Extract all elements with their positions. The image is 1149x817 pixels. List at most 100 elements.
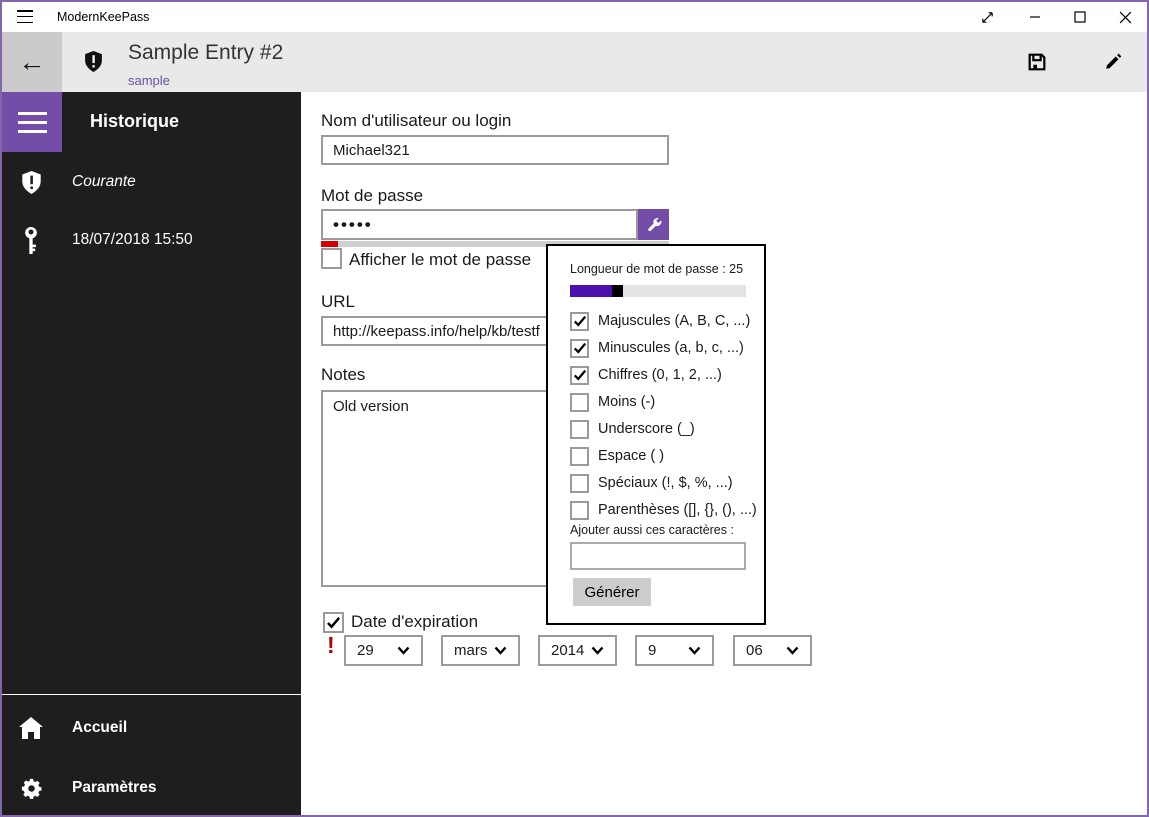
minimize-icon xyxy=(1030,16,1040,18)
show-password-checkbox[interactable] xyxy=(321,248,342,269)
sidebar-heading: Historique xyxy=(90,111,180,131)
password-generator-popup: Longueur de mot de passe : 25 Majuscules… xyxy=(546,244,766,625)
sidebar-item-label: 18/07/2018 15:50 xyxy=(72,231,193,248)
option-label: Majuscules (A, B, C, ...) xyxy=(598,313,751,329)
chevron-down-icon xyxy=(591,646,604,655)
space-checkbox[interactable] xyxy=(570,446,589,466)
option-lowercase[interactable]: Minuscules (a, b, c, ...) xyxy=(570,337,744,359)
home-icon xyxy=(19,717,43,739)
notes-label: Notes xyxy=(321,365,366,384)
day-select[interactable]: 29 xyxy=(344,635,423,666)
minus-checkbox[interactable] xyxy=(570,392,589,412)
minute-select-value: 06 xyxy=(746,642,763,659)
option-brackets[interactable]: Parenthèses ([], {}, (), ...) xyxy=(570,499,757,521)
sidebar-hamburger-button[interactable] xyxy=(2,92,62,152)
expiration-checkbox[interactable] xyxy=(323,612,344,633)
key-icon xyxy=(19,226,43,254)
option-minus[interactable]: Moins (-) xyxy=(570,391,655,413)
username-input[interactable] xyxy=(321,135,669,165)
minimize-button[interactable] xyxy=(1015,2,1055,32)
option-underscore[interactable]: Underscore (_) xyxy=(570,418,695,440)
sidebar-divider xyxy=(2,694,301,695)
sidebar: Historique Courante 18/07/2018 15:50 Acc… xyxy=(2,92,301,815)
slider-handle[interactable] xyxy=(612,285,623,297)
checkmark-icon xyxy=(573,315,586,327)
underscore-checkbox[interactable] xyxy=(570,419,589,439)
generate-button[interactable]: Générer xyxy=(573,578,651,606)
gear-icon xyxy=(19,777,43,800)
back-button[interactable]: ← xyxy=(2,32,62,92)
titlebar-hamburger-icon[interactable] xyxy=(17,10,33,23)
entry-title: Sample Entry #2 xyxy=(128,41,284,64)
password-label: Mot de passe xyxy=(321,186,424,205)
special-checkbox[interactable] xyxy=(570,473,589,493)
year-select[interactable]: 2014 xyxy=(538,635,617,666)
extra-chars-label: Ajouter aussi ces caractères : xyxy=(570,523,734,537)
modernkeepass-window: ModernKeePass ← Sample Entry #2 sample H… xyxy=(0,0,1149,817)
chevron-down-icon xyxy=(397,646,410,655)
extra-chars-input[interactable] xyxy=(570,542,746,570)
digits-checkbox[interactable] xyxy=(570,365,589,385)
checkmark-icon xyxy=(327,617,341,629)
option-uppercase[interactable]: Majuscules (A, B, C, ...) xyxy=(570,310,750,332)
show-password-label[interactable]: Afficher le mot de passe xyxy=(349,250,531,270)
chevron-down-icon xyxy=(786,646,799,655)
hour-select-value: 9 xyxy=(648,642,657,659)
close-button[interactable] xyxy=(1105,2,1145,32)
chevron-down-icon xyxy=(494,646,507,655)
maximize-icon xyxy=(1074,11,1086,23)
fullscreen-button[interactable] xyxy=(967,2,1007,32)
entry-shield-icon xyxy=(85,51,102,77)
brackets-checkbox[interactable] xyxy=(570,500,589,520)
option-space[interactable]: Espace ( ) xyxy=(570,445,664,467)
option-digits[interactable]: Chiffres (0, 1, 2, ...) xyxy=(570,364,722,386)
pencil-icon xyxy=(1106,53,1122,69)
wrench-icon xyxy=(647,217,661,231)
option-label: Moins (-) xyxy=(598,394,656,410)
uppercase-checkbox[interactable] xyxy=(570,311,589,331)
diagonal-resize-icon xyxy=(981,11,993,23)
sidebar-item-current[interactable]: Courante xyxy=(2,164,301,200)
option-label: Spéciaux (!, $, %, ...) xyxy=(598,475,733,491)
minute-select[interactable]: 06 xyxy=(733,635,812,666)
sidebar-item-history-entry[interactable]: 18/07/2018 15:50 xyxy=(2,222,301,258)
expired-warning-icon: ! xyxy=(327,632,335,658)
month-select[interactable]: mars xyxy=(441,635,520,666)
slider-fill xyxy=(570,285,612,297)
edit-button[interactable] xyxy=(1100,49,1126,75)
password-length-label: Longueur de mot de passe : 25 xyxy=(570,262,744,276)
checkmark-icon xyxy=(573,369,586,381)
back-arrow-icon: ← xyxy=(18,46,46,77)
header: ← Sample Entry #2 sample xyxy=(2,32,1147,92)
option-label: Chiffres (0, 1, 2, ...) xyxy=(598,367,722,383)
day-select-value: 29 xyxy=(357,642,374,659)
entry-group-link[interactable]: sample xyxy=(128,73,170,88)
save-button[interactable] xyxy=(1024,49,1050,75)
password-generator-button[interactable] xyxy=(638,209,669,240)
shield-exclamation-icon xyxy=(19,170,43,194)
option-label: Minuscules (a, b, c, ...) xyxy=(598,340,744,356)
sidebar-item-settings[interactable]: Paramètres xyxy=(2,770,301,806)
checkmark-icon xyxy=(573,342,586,354)
lowercase-checkbox[interactable] xyxy=(570,338,589,358)
month-select-value: mars xyxy=(454,642,488,659)
close-icon xyxy=(1119,11,1131,23)
url-label: URL xyxy=(321,292,356,311)
password-length-slider[interactable] xyxy=(570,285,746,297)
hour-select[interactable]: 9 xyxy=(635,635,714,666)
sidebar-item-label: Accueil xyxy=(72,719,128,736)
chevron-down-icon xyxy=(688,646,701,655)
username-label: Nom d'utilisateur ou login xyxy=(321,111,512,130)
sidebar-item-label: Courante xyxy=(72,173,136,190)
maximize-button[interactable] xyxy=(1060,2,1100,32)
password-input[interactable] xyxy=(321,209,638,240)
option-label: Parenthèses ([], {}, (), ...) xyxy=(598,502,757,518)
save-icon xyxy=(1028,53,1046,71)
titlebar: ModernKeePass xyxy=(2,2,1147,32)
option-label: Espace ( ) xyxy=(598,448,665,464)
expiration-label[interactable]: Date d'expiration xyxy=(351,612,478,632)
option-label: Underscore (_) xyxy=(598,421,695,437)
option-special[interactable]: Spéciaux (!, $, %, ...) xyxy=(570,472,733,494)
year-select-value: 2014 xyxy=(551,642,585,659)
sidebar-item-home[interactable]: Accueil xyxy=(2,710,301,746)
